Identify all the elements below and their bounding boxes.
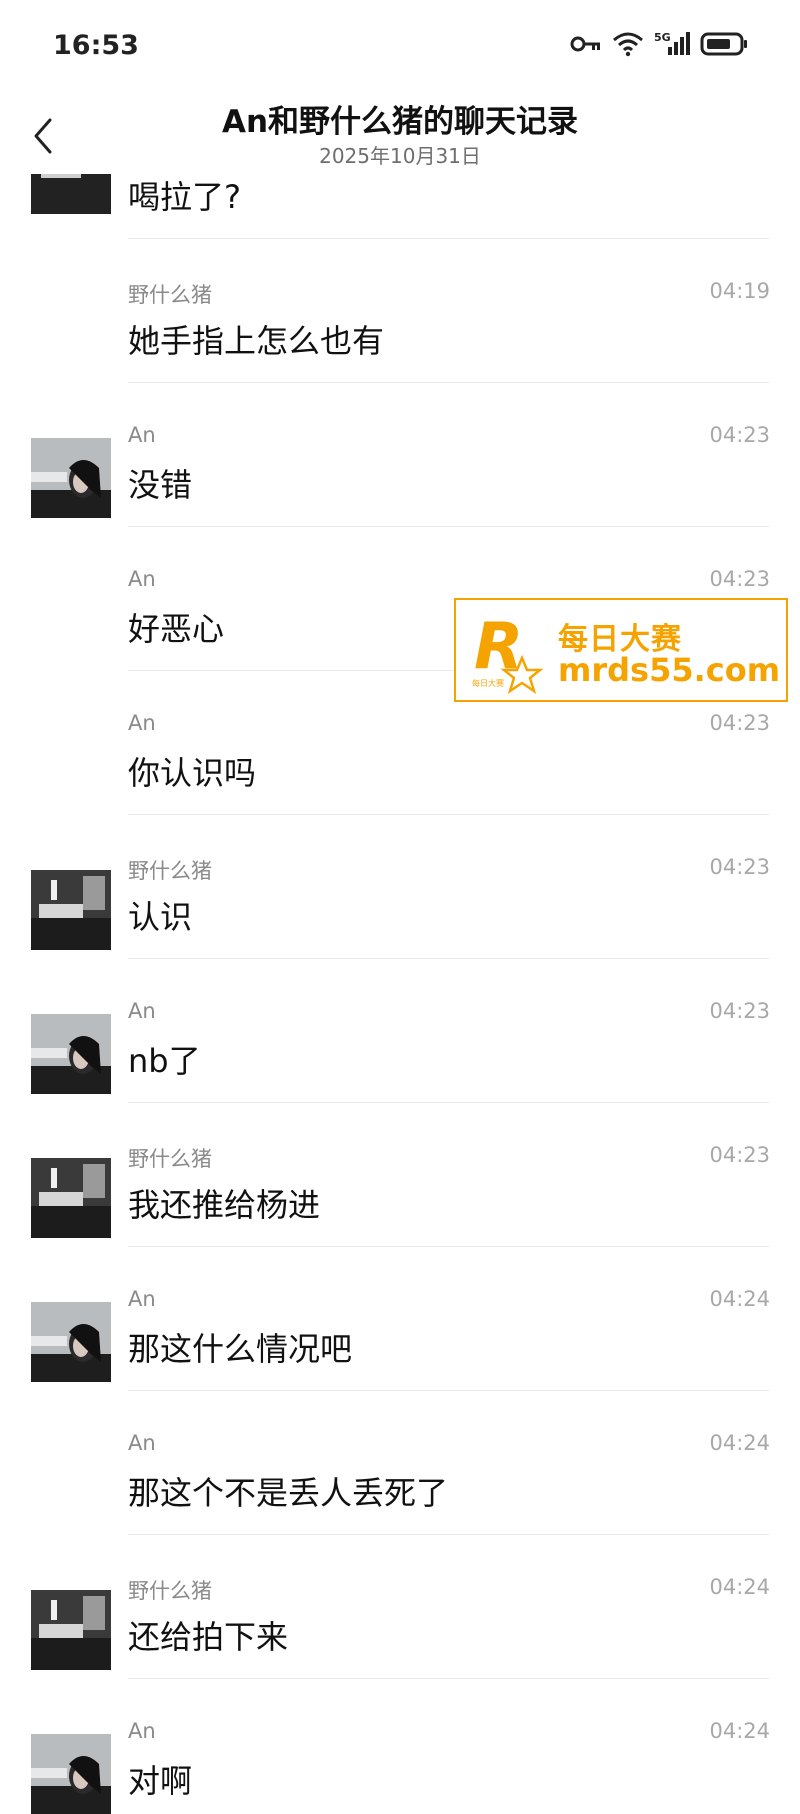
divider	[128, 814, 770, 815]
message-text: 她手指上怎么也有	[128, 322, 385, 360]
message-time: 04:23	[709, 711, 770, 735]
page-subtitle-date: 2025年10月31日	[319, 144, 481, 168]
watermark-logo-small: 每日大赛	[472, 678, 504, 688]
message-sender: 野什么猪	[128, 859, 212, 883]
message-time: 04:24	[709, 1575, 770, 1599]
message-sender: 野什么猪	[128, 283, 212, 307]
avatar[interactable]	[31, 870, 111, 950]
message-text: 喝拉了?	[128, 178, 241, 216]
message-text: 好恶心	[128, 610, 225, 648]
divider	[128, 1246, 770, 1247]
message-text: 你认识吗	[128, 754, 257, 792]
message-time: 04:23	[709, 423, 770, 447]
avatar[interactable]	[31, 1158, 111, 1238]
divider	[128, 238, 770, 239]
message-sender: 野什么猪	[128, 1579, 212, 1603]
avatar[interactable]	[31, 438, 111, 518]
message-time: 04:23	[709, 567, 770, 591]
page-title: An和野什么猪的聊天记录	[221, 104, 579, 140]
message-time: 04:23	[709, 855, 770, 879]
message-list[interactable]: 喝拉了? 野什么猪 04:19 她手指上怎么也有 An 04:23 没错 An 04:23 好恶…	[0, 0, 800, 1814]
message-text: 没错	[128, 466, 193, 504]
message-sender: An	[128, 1719, 156, 1743]
message-time: 04:24	[709, 1431, 770, 1455]
message-text: 对啊	[128, 1762, 193, 1800]
message-time: 04:24	[709, 1719, 770, 1743]
message-time: 04:24	[709, 1287, 770, 1311]
divider	[128, 526, 770, 527]
divider	[128, 1678, 770, 1679]
watermark-banner: R 每日大赛 每日大赛 mrds55.com	[454, 598, 788, 702]
divider	[128, 1534, 770, 1535]
message-time: 04:23	[709, 999, 770, 1023]
message-sender: 野什么猪	[128, 1147, 212, 1171]
avatar[interactable]	[31, 1590, 111, 1670]
message-text: 那这什么情况吧	[128, 1330, 353, 1368]
watermark-logo: R 每日大赛	[470, 610, 550, 694]
divider	[128, 382, 770, 383]
divider	[128, 1102, 770, 1103]
message-sender: An	[128, 567, 156, 591]
message-sender: An	[128, 1431, 156, 1455]
watermark-logo-letter: R	[474, 610, 523, 684]
message-sender: An	[128, 423, 156, 447]
divider	[128, 1390, 770, 1391]
message-sender: An	[128, 999, 156, 1023]
avatar[interactable]	[31, 1302, 111, 1382]
avatar[interactable]	[31, 1734, 111, 1814]
message-text: 还给拍下来	[128, 1618, 289, 1656]
watermark-url: mrds55.com	[558, 651, 781, 689]
chat-history-header: An和野什么猪的聊天记录 2025年10月31日	[0, 96, 800, 174]
message-time: 04:23	[709, 1143, 770, 1167]
avatar[interactable]	[31, 1014, 111, 1094]
message-time: 04:19	[709, 279, 770, 303]
message-sender: An	[128, 1287, 156, 1311]
message-text: 我还推给杨进	[128, 1186, 321, 1224]
message-sender: An	[128, 711, 156, 735]
divider	[128, 958, 770, 959]
message-text: 认识	[128, 898, 193, 936]
message-text: 那这个不是丢人丢死了	[128, 1474, 449, 1512]
message-text: nb了	[128, 1042, 201, 1080]
